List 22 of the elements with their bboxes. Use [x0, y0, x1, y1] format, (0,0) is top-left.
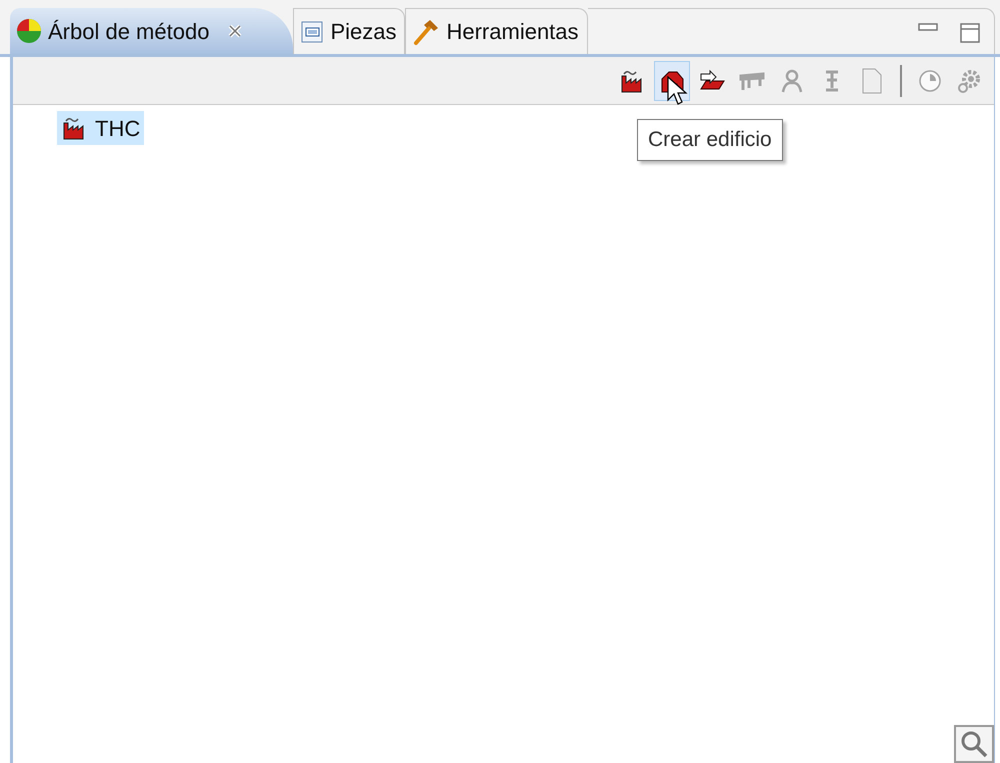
maximize-icon[interactable]	[960, 23, 980, 43]
tooltip: Crear edificio	[637, 119, 783, 160]
toolbar-separator	[900, 64, 902, 96]
search-icon	[960, 730, 988, 758]
tab-label: Piezas	[330, 18, 396, 46]
minimize-icon[interactable]	[918, 23, 938, 31]
tab[interactable]: Árbol de método	[10, 8, 294, 54]
number-list-icon	[300, 20, 324, 44]
tab-label: Herramientas	[446, 18, 579, 46]
tab[interactable]: Piezas	[293, 8, 406, 54]
pie-chart-icon	[16, 18, 42, 44]
tab-label: Árbol de método	[48, 18, 210, 46]
tab[interactable]: Herramientas	[405, 8, 588, 54]
person-icon	[779, 68, 805, 94]
gear-icon	[957, 68, 983, 94]
clock-icon	[918, 68, 942, 92]
hammer-icon	[412, 18, 440, 46]
tree-item[interactable]: THC	[57, 111, 144, 145]
tree-item-label: THC	[95, 114, 140, 142]
close-icon[interactable]	[227, 23, 244, 39]
search-button[interactable]	[954, 725, 994, 763]
document-icon	[861, 66, 883, 94]
